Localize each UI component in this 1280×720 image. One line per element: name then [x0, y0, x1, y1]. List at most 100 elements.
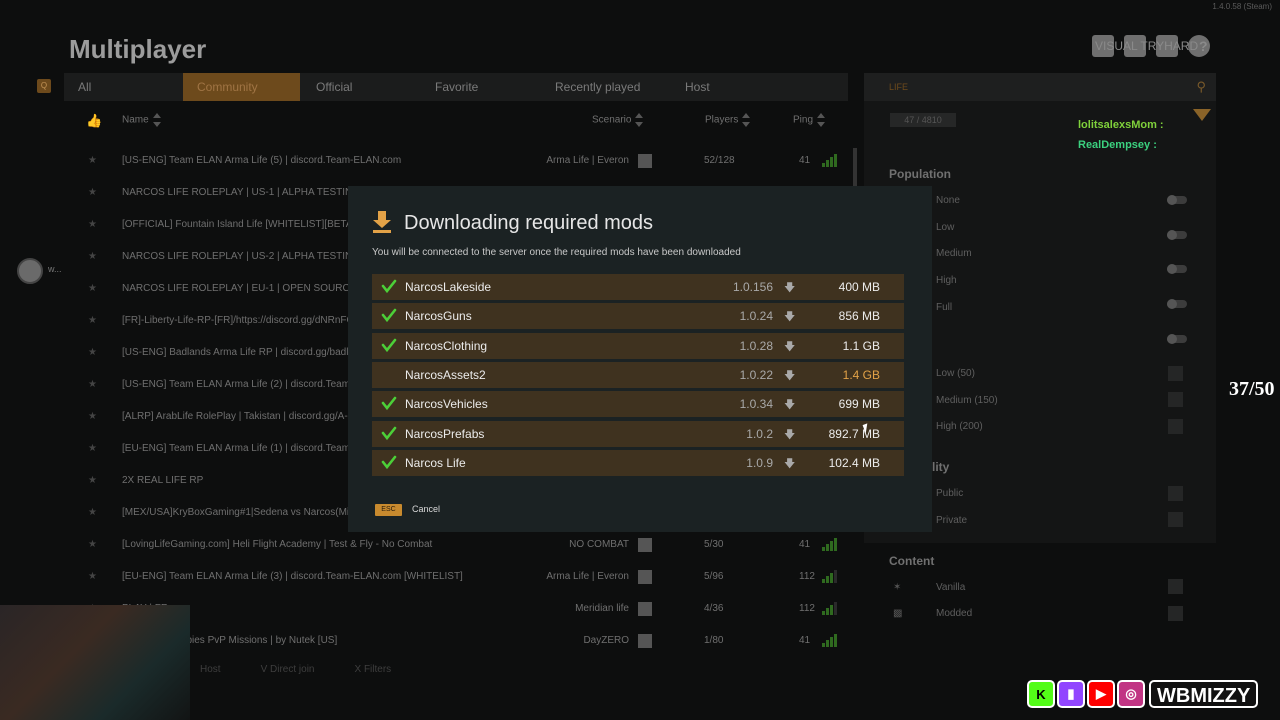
star-icon[interactable]: ★ — [88, 219, 97, 230]
bottom-hints: Host V Direct join X Filters — [200, 664, 391, 675]
column-scenario[interactable]: Scenario — [592, 113, 644, 127]
mod-size: 892.7 MB — [828, 426, 880, 441]
filter-label: High — [936, 275, 957, 286]
bottom-hint[interactable]: V Direct join — [261, 664, 315, 675]
server-name: NARCOS LIFE ROLEPLAY | US-2 | ALPHA TEST… — [122, 251, 376, 262]
tab-all[interactable]: All — [64, 73, 183, 101]
star-icon[interactable]: ★ — [88, 443, 97, 454]
profile-name[interactable]: VISUAL TRYHARD — [1095, 39, 1198, 53]
content-checkbox[interactable] — [1168, 606, 1183, 621]
star-icon[interactable]: ★ — [88, 187, 97, 198]
filter-label: Vanilla — [936, 582, 966, 593]
modded-icon: ▩ — [893, 608, 903, 619]
server-row[interactable]: ★ [LovingLifeGaming.com] Heli Flight Acad… — [70, 530, 846, 562]
star-icon[interactable]: ★ — [88, 315, 97, 326]
bottom-hint[interactable]: X Filters — [354, 664, 391, 675]
star-icon[interactable]: ★ — [88, 379, 97, 390]
help-button[interactable]: ? — [1199, 38, 1208, 54]
search-input[interactable]: LIFE — [889, 82, 908, 92]
arrow-down-icon: 🡇 — [784, 457, 796, 470]
check-icon — [381, 455, 397, 469]
server-players: 52/128 — [704, 155, 735, 166]
favorite-column-icon[interactable]: 👍 — [86, 113, 102, 129]
column-name[interactable]: Name — [122, 113, 161, 127]
platform-icon — [638, 570, 652, 584]
result-count: 47 / 4810 — [890, 113, 956, 127]
server-name: [US-ENG] Badlands Arma Life RP | discord… — [122, 347, 366, 358]
population-toggle[interactable] — [1167, 195, 1187, 205]
server-players: 1/80 — [704, 635, 724, 646]
star-icon[interactable]: ★ — [88, 475, 97, 486]
filter-label: Public — [936, 488, 964, 499]
server-ping: 41 — [799, 539, 811, 550]
content-checkbox[interactable] — [1168, 579, 1183, 594]
mod-row: NarcosPrefabs 1.0.2 🡇 892.7 MB — [372, 420, 904, 447]
tab-favorite[interactable]: Favorite — [419, 73, 538, 101]
mod-version: 1.0.22 — [739, 367, 773, 382]
tab-official[interactable]: Official — [300, 73, 419, 101]
server-row[interactable]: ★ [EU-ENG] Team ELAN Arma Life (3) | disc… — [70, 562, 846, 594]
column-name-label: Name — [122, 114, 149, 126]
tab-community[interactable]: Community — [183, 73, 300, 101]
size-checkbox[interactable] — [1168, 419, 1183, 434]
server-scenario: NO COMBAT — [569, 539, 629, 550]
size-checkbox[interactable] — [1168, 366, 1183, 381]
server-ping: 41 — [799, 155, 811, 166]
server-name: [ALRP] ArabLife RolePlay | Takistan | di… — [122, 411, 362, 422]
download-mods-dialog — [348, 186, 932, 532]
server-name: [MEX/USA]KryBoxGaming#1|Sedena vs Narcos… — [122, 507, 367, 518]
star-icon[interactable]: ★ — [88, 251, 97, 262]
overlay-counter: 37/50 — [1229, 378, 1275, 400]
server-scenario: Arma Life | Everon — [546, 155, 629, 166]
mod-row: NarcosLakeside 1.0.156 🡇 400 MB — [372, 274, 904, 300]
filter-label: Full — [936, 302, 953, 313]
star-icon[interactable]: ★ — [88, 411, 97, 422]
filter-icon[interactable] — [1193, 109, 1211, 121]
content-title: Content — [889, 554, 935, 568]
star-icon[interactable]: ★ — [88, 507, 97, 518]
column-players[interactable]: Players — [705, 113, 751, 127]
star-icon[interactable]: ★ — [88, 571, 97, 582]
visibility-checkbox[interactable] — [1168, 512, 1183, 527]
platform-icon — [638, 538, 652, 552]
column-ping[interactable]: Ping — [793, 113, 826, 127]
server-name: [US-ENG] Team ELAN Arma Life (2) | disco… — [122, 379, 366, 390]
star-icon[interactable]: ★ — [88, 347, 97, 358]
tab-host[interactable]: Host — [668, 73, 788, 101]
sort-icon — [742, 113, 751, 127]
star-icon[interactable]: ★ — [88, 155, 97, 166]
mod-name: NarcosPrefabs — [405, 426, 485, 441]
esc-key-hint[interactable]: ESC — [375, 504, 402, 516]
tab-bar: All Community Official Favorite Recently… — [64, 73, 848, 101]
bottom-hint[interactable]: Host — [200, 664, 221, 675]
server-scenario: Meridian life — [575, 603, 629, 614]
population-toggle[interactable] — [1167, 299, 1187, 309]
mod-size: 400 MB — [838, 280, 880, 294]
sort-icon — [635, 113, 644, 127]
mod-size: 699 MB — [838, 397, 880, 412]
platform-icon — [638, 634, 652, 648]
size-checkbox[interactable] — [1168, 392, 1183, 407]
server-players: 5/96 — [704, 571, 724, 582]
filter-label: Medium — [936, 248, 972, 259]
column-ping-label: Ping — [793, 114, 814, 126]
server-scenario: DayZERO — [583, 635, 629, 646]
population-title: Population — [889, 167, 951, 181]
check-icon — [381, 279, 397, 294]
cancel-button[interactable]: Cancel — [412, 504, 440, 514]
ping-bars-icon — [822, 153, 838, 167]
arrow-down-icon: 🡇 — [784, 311, 796, 324]
population-toggle[interactable] — [1167, 264, 1187, 274]
tab-recently-played[interactable]: Recently played — [538, 73, 668, 101]
population-toggle[interactable] — [1167, 230, 1187, 240]
population-toggle[interactable] — [1167, 334, 1187, 344]
filter-label: None — [936, 195, 960, 206]
social-bar: K ▮ ▶ ◎ WBMIZZY — [1027, 679, 1259, 709]
server-row[interactable]: ★ [US-ENG] Team ELAN Arma Life (5) | disc… — [70, 146, 846, 178]
star-icon[interactable]: ★ — [88, 539, 97, 550]
visibility-checkbox[interactable] — [1168, 486, 1183, 501]
search-icon[interactable]: ⚲ — [1196, 79, 1206, 95]
search-bar[interactable]: LIFE ⚲ — [864, 73, 1216, 101]
dialog-title: Downloading required mods — [404, 212, 654, 234]
star-icon[interactable]: ★ — [88, 283, 97, 294]
